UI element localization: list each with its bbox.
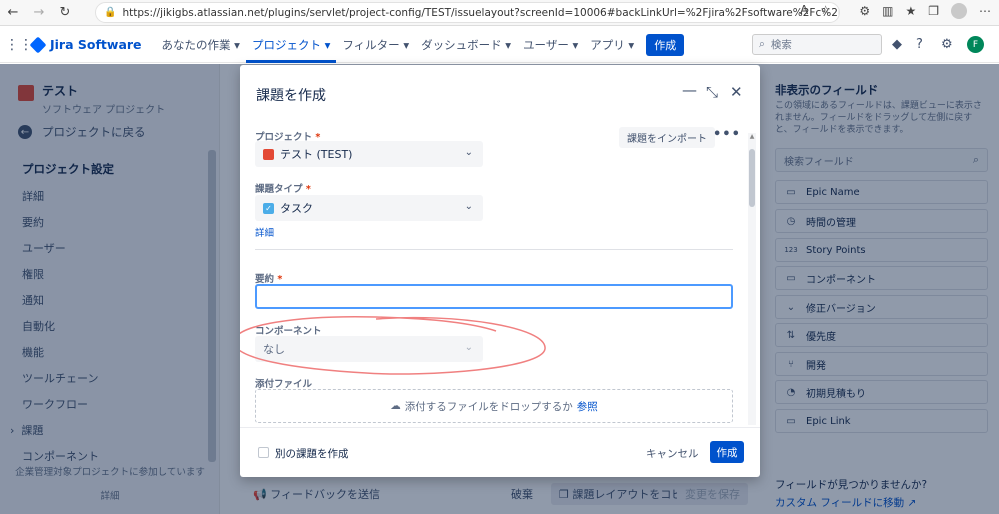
browser-toolbar: ← → ↻ 🔒 https://jikigbs.atlassian.net/pl… (0, 0, 999, 26)
create-another-checkbox[interactable] (258, 447, 269, 458)
summary-field-label: 要約 * (255, 274, 283, 285)
collections-icon[interactable]: ❐ (928, 4, 939, 18)
dialog-divider (255, 249, 733, 250)
import-issues-button[interactable]: 課題をインポート (619, 127, 715, 148)
chevron-down-icon: ⌄ (464, 201, 473, 212)
minimize-icon[interactable]: — (682, 81, 697, 99)
more-options-icon[interactable]: ••• (713, 127, 741, 142)
lock-icon: 🔒 (104, 7, 117, 18)
notifications-icon[interactable]: ◆ (892, 37, 902, 52)
back-arrow-icon[interactable]: ← (0, 0, 26, 26)
dialog-body: プロジェクト * テスト (TEST) ⌄ 課題タイプ * ✓ タスク ⌄ 詳細… (240, 121, 760, 427)
header-search-input[interactable]: ⌕ 検索 (752, 34, 882, 55)
nav-your-work[interactable]: あなたの作業 ▾ (156, 27, 246, 63)
chevron-down-icon: ⌄ (464, 147, 473, 158)
address-bar[interactable]: 🔒 https://jikigbs.atlassian.net/plugins/… (95, 2, 840, 23)
split-screen-icon[interactable]: ▥ (882, 4, 893, 18)
nav-apps[interactable]: アプリ ▾ (584, 27, 640, 63)
nav-dashboards[interactable]: ダッシュボード ▾ (415, 27, 517, 63)
create-issue-dialog: 課題を作成 — ⤡ ✕ プロジェクト * テスト (TEST) ⌄ 課題タイプ … (240, 65, 760, 477)
top-nav: あなたの作業 ▾ プロジェクト ▾ フィルター ▾ ダッシュボード ▾ ユーザー… (156, 27, 685, 63)
settings-gear-icon[interactable]: ⚙ (941, 37, 953, 52)
create-submit-button[interactable]: 作成 (710, 441, 744, 463)
dialog-footer: 別の課題を作成 キャンセル 作成 (240, 427, 760, 477)
browse-link[interactable]: 参照 (577, 399, 598, 414)
url-text: https://jikigbs.atlassian.net/plugins/se… (122, 6, 839, 19)
scroll-up-icon[interactable]: ▲ (748, 133, 756, 141)
search-icon: ⌕ (759, 38, 765, 50)
issue-type-select[interactable]: ✓ タスク ⌄ (255, 195, 483, 221)
dialog-title: 課題を作成 (256, 88, 326, 104)
extensions-icon[interactable]: ⚙ (859, 4, 870, 18)
forward-arrow-icon[interactable]: → (26, 0, 52, 26)
scrollbar-thumb[interactable] (749, 149, 755, 207)
read-aloud-icon[interactable]: A (800, 3, 808, 17)
project-icon (263, 148, 274, 160)
cancel-button[interactable]: キャンセル (646, 446, 699, 461)
app-switcher-icon[interactable]: ⋮⋮ (5, 37, 33, 53)
issue-type-field-label: 課題タイプ * (255, 184, 311, 195)
help-icon[interactable]: ? (916, 37, 923, 52)
project-select[interactable]: テスト (TEST) ⌄ (255, 141, 483, 167)
nav-projects[interactable]: プロジェクト ▾ (245, 27, 337, 63)
close-icon[interactable]: ✕ (730, 83, 743, 101)
browser-menu-icon[interactable]: ⋯ (979, 4, 991, 18)
nav-people[interactable]: ユーザー ▾ (517, 27, 584, 63)
collapse-icon[interactable]: ⤡ (706, 83, 718, 101)
header-create-button[interactable]: 作成 (646, 33, 685, 56)
create-another-label: 別の課題を作成 (275, 448, 349, 460)
favorites-bar-icon[interactable]: ★ (905, 4, 916, 18)
jira-logo[interactable]: Jira Software (29, 36, 142, 53)
reload-icon[interactable]: ↻ (52, 0, 78, 26)
summary-input[interactable] (255, 284, 733, 309)
attachment-dropzone[interactable]: ☁ 添付するファイルをドロップするか 参照 (255, 389, 733, 423)
issue-type-detail-link[interactable]: 詳細 (255, 225, 274, 239)
dialog-scrollbar[interactable]: ▲ (748, 133, 756, 425)
task-checkbox-icon: ✓ (263, 202, 274, 214)
cloud-upload-icon: ☁ (390, 400, 401, 412)
user-avatar[interactable]: F (967, 36, 984, 53)
jira-logo-icon (29, 36, 47, 53)
profile-avatar[interactable] (951, 3, 967, 19)
nav-filters[interactable]: フィルター ▾ (336, 27, 415, 63)
favorite-icon[interactable]: ☆ (820, 3, 831, 17)
annotation-ellipse (240, 315, 546, 375)
jira-header: ⋮⋮ Jira Software あなたの作業 ▾ プロジェクト ▾ フィルター… (0, 27, 999, 63)
